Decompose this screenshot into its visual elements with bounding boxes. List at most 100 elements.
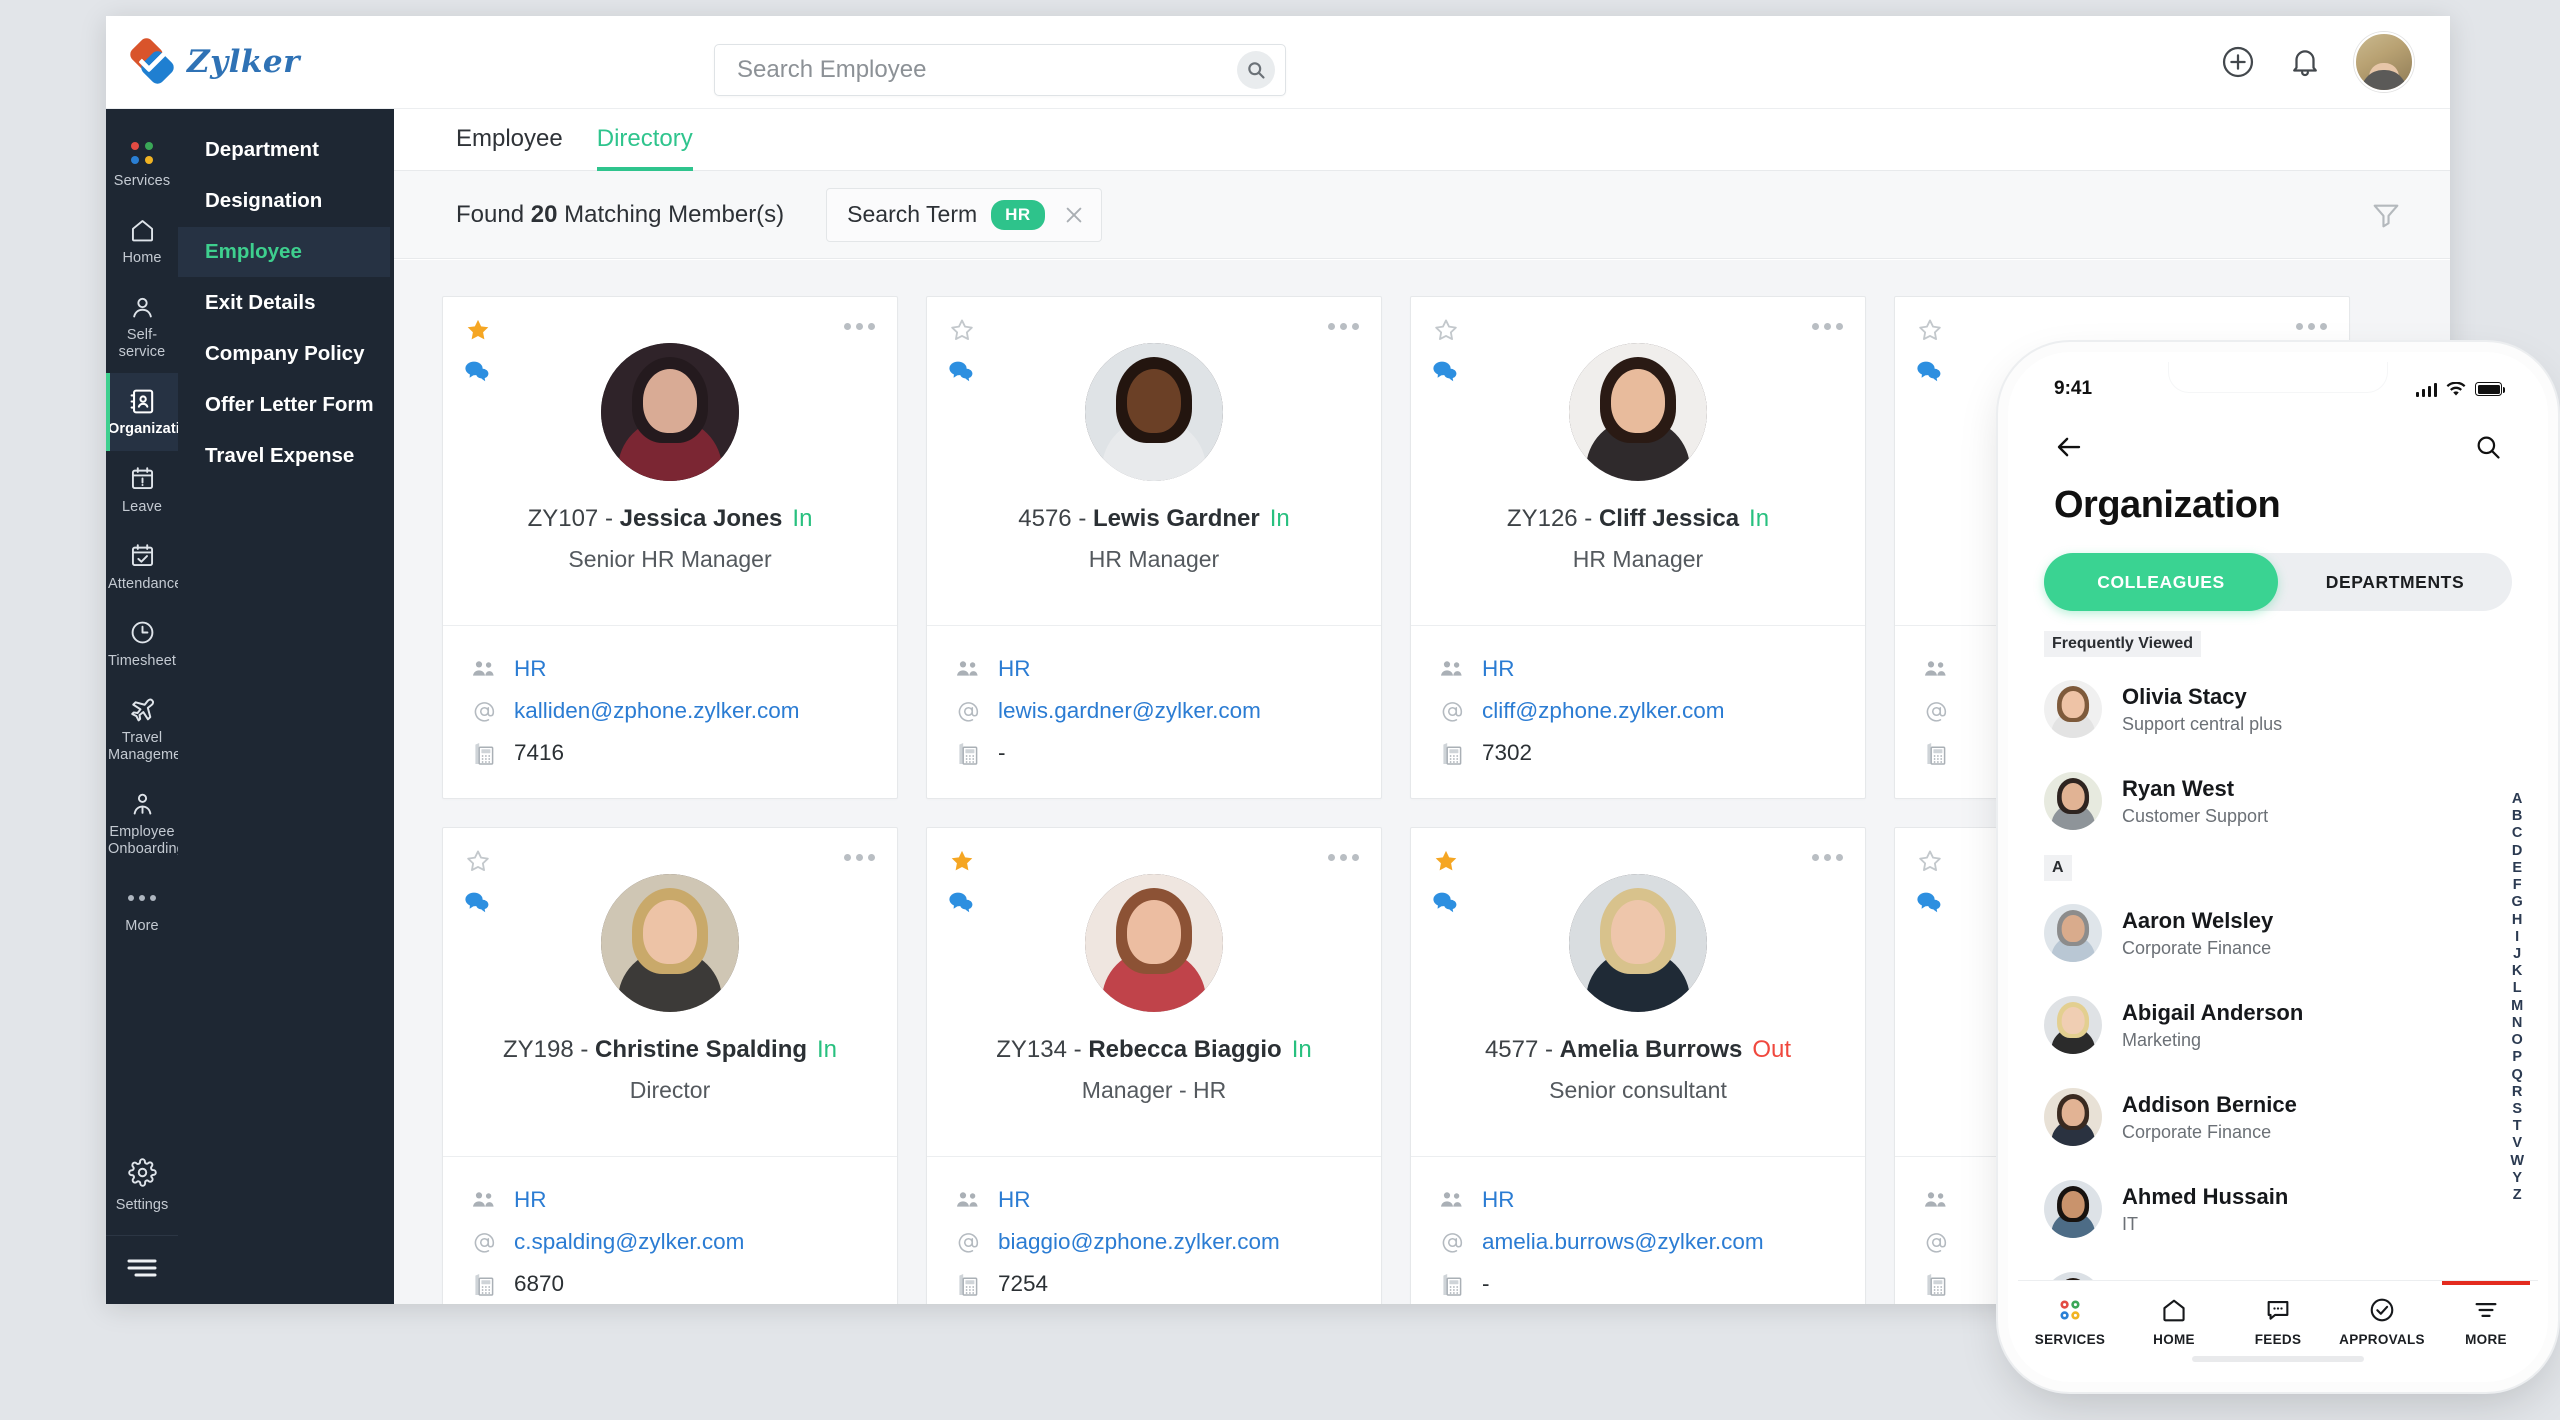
search-employee-box[interactable] (714, 44, 1286, 96)
contact-list-item[interactable]: Ahmed Hussain IT (2044, 1163, 2538, 1255)
alphabet-index-letter[interactable]: H (2512, 912, 2522, 928)
email-value[interactable]: cliff@zphone.zylker.com (1482, 698, 1725, 724)
star-icon[interactable] (949, 848, 975, 879)
alphabet-index-letter[interactable]: G (2512, 895, 2523, 910)
filter-icon[interactable] (2370, 199, 2402, 231)
chat-icon[interactable] (948, 359, 974, 388)
search-icon[interactable] (2474, 433, 2502, 461)
sidebar-item-services[interactable]: Services (106, 125, 178, 202)
star-icon[interactable] (1433, 848, 1459, 879)
email-value[interactable]: biaggio@zphone.zylker.com (998, 1229, 1280, 1255)
email-value[interactable]: lewis.gardner@zylker.com (998, 698, 1261, 724)
contact-list-item[interactable]: Abigail Anderson Marketing (2044, 979, 2538, 1071)
tab-approvals[interactable]: APPROVALS (2330, 1293, 2434, 1347)
employee-card[interactable]: ZY198 - Christine Spalding In Director HR… (442, 827, 898, 1304)
tab-home[interactable]: HOME (2122, 1293, 2226, 1347)
more-dots-icon[interactable] (844, 323, 875, 330)
email-value[interactable]: kalliden@zphone.zylker.com (514, 698, 799, 724)
sidebar-item-settings[interactable]: Settings (106, 1144, 178, 1235)
submenu-item-designation[interactable]: Designation (178, 176, 390, 226)
sidebar-item-travel-management[interactable]: Travel Management (106, 682, 194, 776)
sidebar-item-timesheet[interactable]: Timesheet (106, 605, 178, 682)
alphabet-index-letter[interactable]: T (2513, 1118, 2522, 1134)
tab-directory[interactable]: Directory (596, 125, 693, 171)
more-dots-icon[interactable] (1328, 854, 1359, 861)
employee-card[interactable]: ZY126 - Cliff Jessica In HR Manager HR cl… (1410, 296, 1866, 799)
alphabet-index-letter[interactable]: W (2510, 1153, 2524, 1169)
employee-card[interactable]: 4577 - Amelia Burrows Out Senior consulta… (1410, 827, 1866, 1304)
bell-icon[interactable] (2288, 45, 2322, 79)
alphabet-index-letter[interactable]: L (2513, 981, 2522, 996)
alphabet-index-letter[interactable]: P (2512, 1050, 2522, 1065)
submenu-item-department[interactable]: Department (178, 125, 390, 175)
star-icon[interactable] (949, 317, 975, 348)
search-icon[interactable] (1237, 51, 1275, 89)
submenu-item-company-policy[interactable]: Company Policy (178, 329, 390, 379)
department-value[interactable]: HR (998, 656, 1031, 682)
email-value[interactable]: c.spalding@zylker.com (514, 1229, 744, 1255)
alphabet-index-letter[interactable]: O (2512, 1032, 2523, 1048)
sidebar-item-leave[interactable]: Leave (106, 451, 178, 528)
sidebar-item-more[interactable]: More (106, 870, 178, 947)
alphabet-index-letter[interactable]: F (2513, 877, 2522, 893)
alphabet-index-letter[interactable]: M (2511, 998, 2523, 1014)
close-icon[interactable] (1059, 200, 1089, 230)
star-icon[interactable] (1433, 317, 1459, 348)
alphabet-index-letter[interactable]: I (2515, 929, 2519, 945)
chat-icon[interactable] (464, 890, 490, 919)
submenu-item-employee[interactable]: Employee (178, 227, 390, 277)
alphabet-index-letter[interactable]: C (2512, 826, 2522, 841)
hamburger-icon[interactable] (106, 1235, 178, 1304)
alphabet-index-letter[interactable]: S (2512, 1101, 2522, 1117)
department-value[interactable]: HR (514, 656, 547, 682)
submenu-item-exit-details[interactable]: Exit Details (178, 278, 390, 328)
star-icon[interactable] (1917, 848, 1943, 879)
chat-icon[interactable] (1916, 890, 1942, 919)
alphabet-index[interactable]: ABCDEFGHIJKLMNOPQRSTVWYZ (2510, 791, 2524, 1203)
submenu-item-travel-expense[interactable]: Travel Expense (178, 431, 390, 481)
department-value[interactable]: HR (514, 1187, 547, 1213)
alphabet-index-letter[interactable]: Q (2512, 1067, 2523, 1083)
sidebar-item-self-service[interactable]: Self-service (106, 279, 178, 373)
chat-icon[interactable] (948, 890, 974, 919)
tab-more[interactable]: MORE (2434, 1281, 2538, 1347)
segment-colleagues[interactable]: COLLEAGUES (2044, 553, 2278, 611)
chat-icon[interactable] (1432, 359, 1458, 388)
email-value[interactable]: amelia.burrows@zylker.com (1482, 1229, 1764, 1255)
sidebar-item-home[interactable]: Home (106, 202, 178, 279)
more-dots-icon[interactable] (1812, 323, 1843, 330)
alphabet-index-letter[interactable]: N (2512, 1015, 2522, 1031)
alphabet-index-letter[interactable]: Z (2513, 1187, 2522, 1203)
user-avatar[interactable] (2354, 32, 2414, 92)
tab-services[interactable]: SERVICES (2018, 1293, 2122, 1347)
tab-employee[interactable]: Employee (456, 125, 563, 171)
alphabet-index-letter[interactable]: D (2512, 843, 2522, 859)
search-term-chip[interactable]: Search Term HR (826, 187, 1102, 242)
more-dots-icon[interactable] (1328, 323, 1359, 330)
brand-logo[interactable]: Zylker (127, 35, 422, 87)
department-value[interactable]: HR (1482, 1187, 1515, 1213)
more-dots-icon[interactable] (1812, 854, 1843, 861)
tab-feeds[interactable]: FEEDS (2226, 1293, 2330, 1347)
contact-list-item[interactable]: Aaron Welsley Corporate Finance (2044, 887, 2538, 979)
sidebar-item-organization[interactable]: Organization (106, 373, 198, 451)
department-value[interactable]: HR (1482, 656, 1515, 682)
contact-list-item[interactable]: Olivia Stacy Support central plus (2044, 663, 2538, 755)
contact-list-item[interactable]: Addison Bernice Corporate Finance (2044, 1071, 2538, 1163)
alphabet-index-letter[interactable]: Y (2512, 1170, 2522, 1186)
segment-departments[interactable]: DEPARTMENTS (2278, 553, 2512, 611)
chat-icon[interactable] (1432, 890, 1458, 919)
star-icon[interactable] (465, 848, 491, 879)
contact-list-item[interactable]: Ryan West Customer Support (2044, 755, 2538, 847)
arrow-left-icon[interactable] (2054, 432, 2084, 462)
alphabet-index-letter[interactable]: K (2512, 963, 2522, 979)
submenu-item-offer-letter-form[interactable]: Offer Letter Form (178, 380, 390, 430)
star-icon[interactable] (465, 317, 491, 348)
chat-icon[interactable] (464, 359, 490, 388)
employee-card[interactable]: 4576 - Lewis Gardner In HR Manager HR lew… (926, 296, 1382, 799)
more-dots-icon[interactable] (844, 854, 875, 861)
department-value[interactable]: HR (998, 1187, 1031, 1213)
alphabet-index-letter[interactable]: J (2513, 946, 2521, 962)
star-icon[interactable] (1917, 317, 1943, 348)
more-dots-icon[interactable] (2296, 323, 2327, 330)
